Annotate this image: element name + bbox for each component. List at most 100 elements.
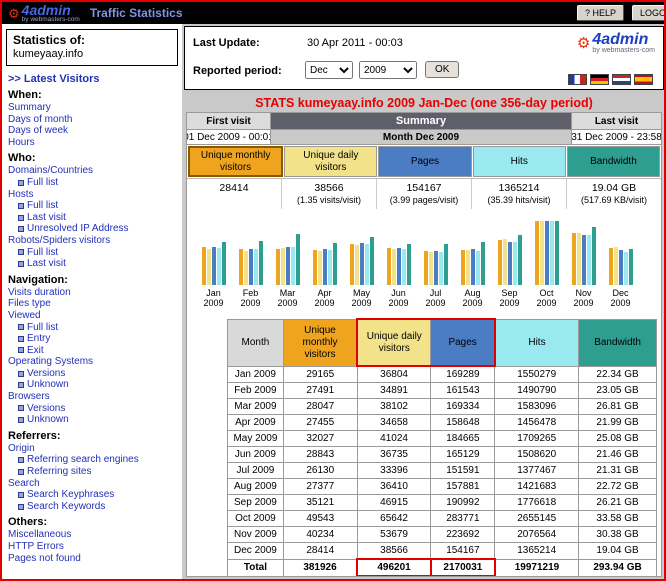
- sidebar-item-http-errors[interactable]: HTTP Errors: [8, 541, 180, 553]
- chart-bar-cluster: [454, 219, 491, 285]
- sidebar-item-last-visit[interactable]: Last visit: [8, 212, 180, 224]
- gear-icon: ⚙: [577, 37, 590, 50]
- sidebar-item-unknown[interactable]: Unknown: [8, 379, 180, 391]
- last-update-label: Last Update:: [193, 37, 260, 49]
- sidebar-item-referring-search-engines[interactable]: Referring search engines: [8, 454, 180, 466]
- sidebar-item-domains-countries[interactable]: Domains/Countries: [8, 165, 180, 177]
- table-row-mar-2009: Mar 20092804738102169334158309626.81 GB: [228, 399, 657, 415]
- sidebar-item-unknown[interactable]: Unknown: [8, 414, 180, 426]
- flag-netherlands-icon[interactable]: [612, 74, 631, 85]
- sidebar-item-label: Visits duration: [8, 287, 71, 299]
- flag-france-icon[interactable]: [568, 74, 587, 85]
- sidebar-item-label: Viewed: [8, 310, 41, 322]
- sidebar-item-hours[interactable]: Hours: [8, 137, 180, 149]
- sidebar-item-label: Full list: [27, 322, 58, 334]
- metric-header-unique-monthly-visitors: Unique monthly visitors: [188, 146, 283, 177]
- column-header-month: Month: [228, 319, 284, 366]
- sidebar-item-versions[interactable]: Versions: [8, 368, 180, 380]
- last-visit-header: Last visit: [571, 113, 661, 129]
- ok-button[interactable]: OK: [425, 61, 459, 78]
- table-cell: 28843: [283, 447, 357, 463]
- logout-button[interactable]: LOGOUT: [632, 5, 664, 21]
- monthly-table-header-row: MonthUnique monthly visitorsUnique daily…: [228, 319, 657, 366]
- menu-section-referrers: Referrers:: [8, 430, 180, 443]
- sidebar-item-full-list[interactable]: Full list: [8, 177, 180, 189]
- sidebar-item-search-keywords[interactable]: Search Keywords: [8, 501, 180, 513]
- help-button[interactable]: ? HELP: [577, 5, 624, 21]
- chart-bar-bandwidth-gb: [444, 244, 448, 285]
- sidebar-item-operating-systems[interactable]: Operating Systems: [8, 356, 180, 368]
- sidebar-item-exit[interactable]: Exit: [8, 345, 180, 357]
- table-cell: 1421683: [495, 479, 579, 495]
- table-row-jan-2009: Jan 20092916536804169289155027922.34 GB: [228, 366, 657, 383]
- metric-value-number: 154167: [377, 182, 471, 194]
- sidebar-item-visits-duration[interactable]: Visits duration: [8, 287, 180, 299]
- metric-value-unique-daily-visitors: 38566(1.35 visits/visit): [282, 179, 377, 209]
- table-cell: 27377: [283, 479, 357, 495]
- sidebar-item-pages-not-found[interactable]: Pages not found: [8, 553, 180, 565]
- sidebar-item-robots-spiders-visitors[interactable]: Robots/Spiders visitors: [8, 235, 180, 247]
- sidebar-item-label: Origin: [8, 443, 35, 455]
- sidebar-item-origin[interactable]: Origin: [8, 443, 180, 455]
- chart-bar-hits: [624, 252, 628, 285]
- monthly-table: MonthUnique monthly visitorsUnique daily…: [227, 318, 657, 577]
- period-month-select[interactable]: Dec: [305, 61, 353, 79]
- sidebar-item-miscellaneous[interactable]: Miscellaneous: [8, 529, 180, 541]
- chart-bar-unique-monthly-visitors: [202, 247, 206, 285]
- sidebar-item-search-keyphrases[interactable]: Search Keyphrases: [8, 489, 180, 501]
- chart-bar-unique-daily-visitors: [540, 221, 544, 285]
- sidebar-item-entry[interactable]: Entry: [8, 333, 180, 345]
- sidebar-item-browsers[interactable]: Browsers: [8, 391, 180, 403]
- bullet-square-icon: [18, 336, 24, 342]
- sidebar-item-versions[interactable]: Versions: [8, 403, 180, 415]
- flag-spain-icon[interactable]: [634, 74, 653, 85]
- chart-month-group: Sep2009: [491, 219, 528, 308]
- chart-bar-pages: [360, 243, 364, 285]
- table-cell-total: Total: [228, 559, 284, 576]
- period-year-select[interactable]: 2009: [359, 61, 417, 79]
- stats-annotation: STATS kumeyaay.info 2009 Jan-Dec (one 35…: [184, 96, 664, 110]
- sidebar-item-hosts[interactable]: Hosts: [8, 189, 180, 201]
- table-cell: 33.58 GB: [579, 511, 657, 527]
- sidebar-item-label: Domains/Countries: [8, 165, 93, 177]
- table-row-nov-2009: Nov 20094023453679223692207656430.38 GB: [228, 527, 657, 543]
- sidebar-item-label: Operating Systems: [8, 356, 93, 368]
- sidebar-item-label: Miscellaneous: [8, 529, 71, 541]
- table-cell: 23.05 GB: [579, 383, 657, 399]
- chart-bar-unique-daily-visitors: [392, 249, 396, 285]
- sidebar-item-full-list[interactable]: Full list: [8, 322, 180, 334]
- metric-value-number: 1365214: [472, 182, 566, 194]
- chart-month-group: Jan2009: [195, 219, 232, 308]
- sidebar-item-full-list[interactable]: Full list: [8, 247, 180, 259]
- sidebar-item-viewed[interactable]: Viewed: [8, 310, 180, 322]
- content-panel: First visit Summary Last visit 01 Dec 20…: [186, 112, 662, 577]
- table-cell: 46915: [357, 495, 431, 511]
- table-cell: Oct 2009: [228, 511, 284, 527]
- sidebar-item-summary[interactable]: Summary: [8, 102, 180, 114]
- table-cell: 1490790: [495, 383, 579, 399]
- brand-byline: by webmasters-com: [22, 16, 80, 23]
- sidebar-item-days-of-week[interactable]: Days of week: [8, 125, 180, 137]
- sidebar-item-files-type[interactable]: Files type: [8, 298, 180, 310]
- sidebar-item-full-list[interactable]: Full list: [8, 200, 180, 212]
- table-cell: 41024: [357, 431, 431, 447]
- table-cell: 161543: [431, 383, 495, 399]
- chart-bar-unique-daily-visitors: [577, 233, 581, 285]
- menu-section-when: When:: [8, 89, 180, 102]
- sidebar-item-unresolved-ip-address[interactable]: Unresolved IP Address: [8, 223, 180, 235]
- sidebar-item-referring-sites[interactable]: Referring sites: [8, 466, 180, 478]
- sidebar-item-days-of-month[interactable]: Days of month: [8, 114, 180, 126]
- table-cell: 283771: [431, 511, 495, 527]
- sidebar-item-search[interactable]: Search: [8, 478, 180, 490]
- table-cell: 154167: [431, 543, 495, 560]
- chart-month-group: Dec2009: [602, 219, 639, 308]
- sidebar-item-label: Hours: [8, 137, 35, 149]
- table-cell: 38102: [357, 399, 431, 415]
- latest-visitors-link[interactable]: >> Latest Visitors: [8, 73, 176, 85]
- table-cell: 29165: [283, 366, 357, 383]
- table-row-total: Total381926496201217003119971219293.94 G…: [228, 559, 657, 576]
- table-cell: 21.31 GB: [579, 463, 657, 479]
- flag-germany-icon[interactable]: [590, 74, 609, 85]
- sidebar-item-last-visit[interactable]: Last visit: [8, 258, 180, 270]
- table-cell: 26.81 GB: [579, 399, 657, 415]
